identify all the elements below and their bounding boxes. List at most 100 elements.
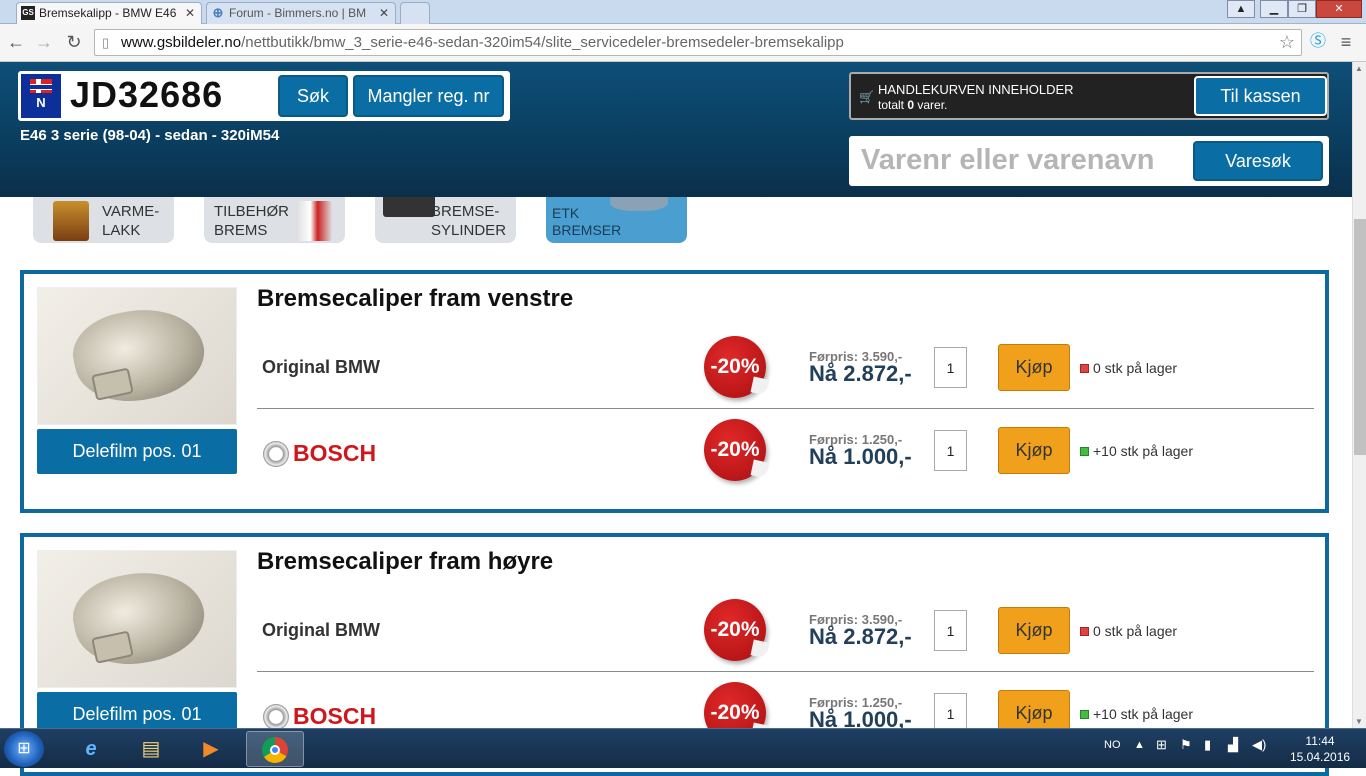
file-explorer-icon[interactable]: ▤ (122, 731, 180, 767)
cart-total: totalt 0 varer. (878, 98, 948, 112)
brand-name: Original BMW (262, 620, 380, 640)
divider (257, 671, 1314, 672)
page-icon: ▯ (102, 35, 110, 50)
buy-button[interactable]: Kjøp (998, 427, 1070, 474)
cart-icon: 🛒 (859, 90, 874, 104)
action-flag-icon[interactable]: ⚑ (1180, 737, 1192, 753)
vehicle-model: E46 3 serie (98-04) - sedan - 320iM54 (20, 127, 280, 144)
country-code: N (36, 95, 46, 110)
product-image[interactable] (37, 550, 237, 688)
product-image[interactable] (37, 287, 237, 425)
in-stock-icon (1080, 447, 1089, 456)
category-tilbehor-brems[interactable]: TILBEHØR BREMS (204, 197, 345, 243)
offer-row: Original BMW -20% Førpris: 3.590,- Nå 2.… (257, 333, 1314, 415)
internet-explorer-icon[interactable]: e (62, 731, 120, 767)
reg-number-box: N JD32686 Søk Mangler reg. nr (18, 71, 510, 121)
out-of-stock-icon (1080, 627, 1089, 636)
cylinder-image (383, 197, 435, 217)
product-search-input[interactable]: Varenr eller varenavn (861, 144, 1154, 177)
offer-row: Original BMW -20% Førpris: 3.590,- Nå 2.… (257, 596, 1314, 678)
bookmark-star-icon[interactable]: ☆ (1279, 30, 1295, 55)
reg-number-input[interactable]: JD32686 (70, 74, 223, 116)
tab-bremsekalipp[interactable]: GS Bremsekalipp - BMW E46 ✕ (16, 2, 202, 24)
stock-status: 0 stk på lager (1080, 360, 1177, 376)
windows-start-icon[interactable]: ⊞ (4, 731, 44, 767)
missing-reg-button[interactable]: Mangler reg. nr (353, 75, 504, 117)
quantity-input[interactable]: 1 (934, 610, 967, 651)
close-tab-icon[interactable]: ✕ (185, 3, 195, 23)
discount-badge: -20% (704, 599, 766, 661)
battery-icon[interactable]: ▮ (1204, 737, 1211, 753)
product-search: Varenr eller varenavn Varesøk (849, 136, 1329, 186)
quantity-input[interactable]: 1 (934, 430, 967, 471)
url-path: /nettbutikk/bmw_3_serie-e46-sedan-320im5… (241, 34, 844, 51)
windows-icon[interactable]: ⊞ (1156, 737, 1167, 753)
brand-name: Original BMW (262, 357, 380, 377)
system-clock[interactable]: 11:44 15.04.2016 (1290, 733, 1350, 765)
skype-icon[interactable]: Ⓢ (1306, 30, 1330, 54)
page-scrollbar[interactable]: ▲ ▼ (1352, 62, 1366, 728)
new-price: Nå 2.872,- (809, 361, 912, 386)
url-domain: www.gsbildeler.no (121, 34, 242, 51)
offer-row: BOSCH -20% Førpris: 1.250,- Nå 1.000,- 1… (257, 416, 1314, 498)
delefilm-button[interactable]: Delefilm pos. 01 (37, 429, 237, 474)
new-price: Nå 1.000,- (809, 444, 912, 469)
product-card: Delefilm pos. 01 Bremsecaliper fram vens… (20, 270, 1329, 513)
media-player-icon[interactable]: ▶ (182, 731, 240, 767)
chrome-icon[interactable] (246, 731, 304, 767)
divider (257, 408, 1314, 409)
forward-icon[interactable]: → (32, 30, 56, 54)
out-of-stock-icon (1080, 364, 1089, 373)
restore-icon[interactable]: ❐ (1288, 0, 1316, 18)
windows-taskbar: ⊞ e ▤ ▶ NO ▲ ⊞ ⚑ ▮ ▟ ◀) 11:44 15.04.2016 (0, 728, 1366, 768)
minimize-icon[interactable]: ▁ (1260, 0, 1288, 18)
category-bremsesylinder[interactable]: BREMSE- SYLINDER (375, 197, 516, 243)
scroll-down-icon[interactable]: ▼ (1355, 717, 1363, 726)
address-bar: ← → ↻ ▯ www.gsbildeler.no/nettbutikk/bmw… (0, 24, 1366, 62)
reload-icon[interactable]: ↻ (62, 30, 86, 54)
tab-label: Forum - Bimmers.no | BM (229, 6, 367, 20)
tab-forum[interactable]: ⊕ Forum - Bimmers.no | BM ✕ (206, 2, 396, 24)
varmelakk-image (53, 201, 89, 241)
cart-summary: 🛒 HANDLEKURVEN INNEHOLDER totalt 0 varer… (849, 72, 1329, 120)
clock-date: 15.04.2016 (1290, 750, 1351, 764)
quantity-input[interactable]: 1 (934, 347, 967, 388)
brake-fluid-image (296, 201, 332, 241)
close-window-icon[interactable]: ✕ (1316, 0, 1362, 18)
new-tab-button[interactable] (400, 2, 430, 24)
product-title: Bremsecaliper fram venstre (257, 285, 574, 312)
stock-status: +10 stk på lager (1080, 706, 1193, 722)
stock-status: 0 stk på lager (1080, 623, 1177, 639)
show-hidden-icons-icon[interactable]: ▲ (1134, 739, 1145, 751)
gs-favicon-icon: GS (21, 6, 35, 20)
norway-flag-icon: N (21, 74, 61, 118)
product-search-button[interactable]: Varesøk (1193, 141, 1323, 181)
stock-status: +10 stk på lager (1080, 443, 1193, 459)
browser-tab-bar: GS Bremsekalipp - BMW E46 ✕ ⊕ Forum - Bi… (0, 0, 1366, 24)
language-indicator[interactable]: NO (1104, 739, 1121, 751)
volume-icon[interactable]: ◀) (1252, 737, 1266, 753)
new-price: Nå 2.872,- (809, 624, 912, 649)
scrollbar-thumb[interactable] (1354, 219, 1366, 455)
discount-badge: -20% (704, 336, 766, 398)
category-label: ETK BREMSER (552, 205, 622, 238)
checkout-button[interactable]: Til kassen (1194, 76, 1327, 116)
site-header: N JD32686 Søk Mangler reg. nr E46 3 seri… (0, 62, 1352, 197)
buy-button[interactable]: Kjøp (998, 344, 1070, 391)
discount-badge: -20% (704, 419, 766, 481)
globe-icon: ⊕ (212, 5, 224, 20)
network-signal-icon[interactable]: ▟ (1228, 737, 1238, 753)
back-icon[interactable]: ← (4, 30, 28, 54)
category-label: TILBEHØR BREMS (214, 203, 290, 239)
category-etk-bremser[interactable]: ETK BREMSER (546, 197, 687, 243)
search-reg-button[interactable]: Søk (278, 75, 348, 117)
category-label: BREMSE- SYLINDER (431, 203, 507, 239)
user-icon[interactable]: ▲ (1227, 0, 1255, 18)
menu-icon[interactable]: ≡ (1334, 30, 1358, 54)
close-tab-icon[interactable]: ✕ (379, 3, 389, 23)
scroll-up-icon[interactable]: ▲ (1355, 64, 1363, 73)
category-varmelakk[interactable]: VARME- LAKK (33, 197, 174, 243)
tab-label: Bremsekalipp - BMW E46 (39, 6, 177, 20)
buy-button[interactable]: Kjøp (998, 607, 1070, 654)
url-input[interactable]: ▯ www.gsbildeler.no/nettbutikk/bmw_3_ser… (94, 29, 1302, 56)
